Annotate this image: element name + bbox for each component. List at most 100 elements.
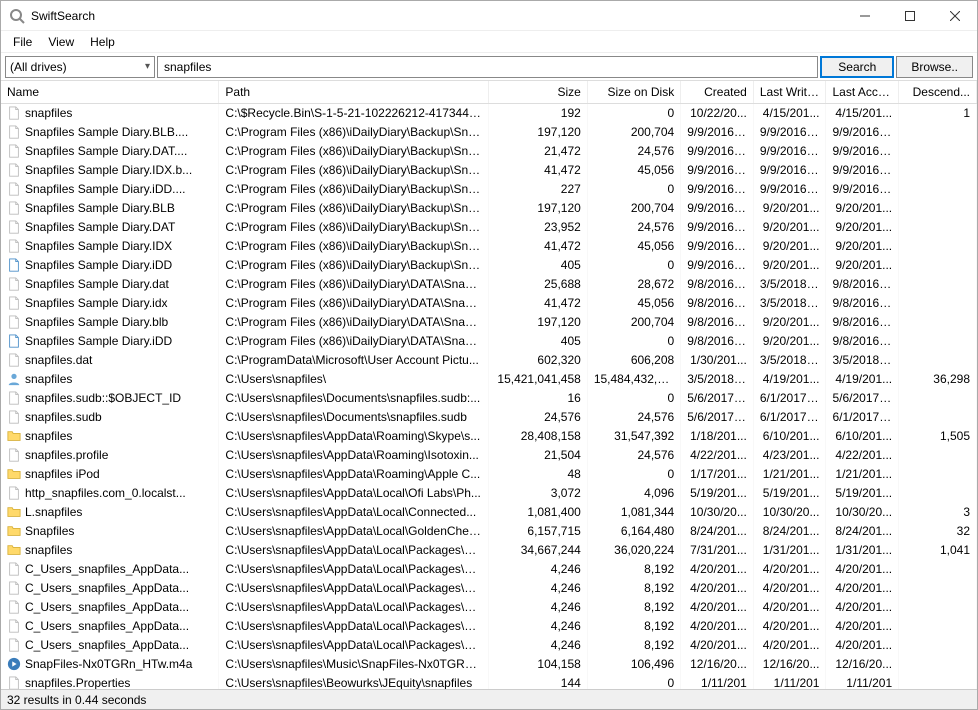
file-last-written: 9/20/201...: [753, 332, 826, 351]
file-last-accessed: 4/15/201...: [826, 104, 899, 123]
file-size-on-disk: 606,208: [587, 351, 680, 370]
file-size: 48: [489, 465, 588, 484]
file-size-on-disk: 8,192: [587, 579, 680, 598]
file-last-written: 4/23/201...: [753, 446, 826, 465]
file-name: Snapfiles Sample Diary.IDX: [25, 239, 172, 253]
col-descendants[interactable]: Descend...: [899, 81, 977, 104]
browse-button[interactable]: Browse..: [896, 56, 973, 78]
search-input[interactable]: [157, 56, 818, 78]
table-row[interactable]: snapfilesC:\Users\snapfiles\AppData\Loca…: [1, 541, 977, 560]
window-title: SwiftSearch: [31, 9, 842, 23]
close-button[interactable]: [932, 1, 977, 31]
file-last-accessed: 9/9/2016 ...: [826, 161, 899, 180]
file-size: 28,408,158: [489, 427, 588, 446]
col-name[interactable]: Name: [1, 81, 219, 104]
table-row[interactable]: snapfilesC:\$Recycle.Bin\S-1-5-21-102226…: [1, 104, 977, 123]
file-path: C:\Program Files (x86)\iDailyDiary\Backu…: [219, 180, 489, 199]
table-row[interactable]: Snapfiles Sample Diary.idxC:\Program Fil…: [1, 294, 977, 313]
table-row[interactable]: Snapfiles Sample Diary.iDDC:\Program Fil…: [1, 256, 977, 275]
file-size: 4,246: [489, 560, 588, 579]
table-row[interactable]: snapfiles.PropertiesC:\Users\snapfiles\B…: [1, 674, 977, 690]
menu-file[interactable]: File: [5, 33, 40, 51]
file-name: C_Users_snapfiles_AppData...: [25, 581, 189, 595]
table-row[interactable]: Snapfiles Sample Diary.iDDC:\Program Fil…: [1, 332, 977, 351]
file-descendants: 36,298: [899, 370, 977, 389]
file-size: 3,072: [489, 484, 588, 503]
menu-view[interactable]: View: [40, 33, 82, 51]
file-icon: [7, 562, 21, 576]
file-last-accessed: 9/9/2016 ...: [826, 180, 899, 199]
file-path: C:\Users\snapfiles\AppData\Local\Package…: [219, 560, 489, 579]
table-row[interactable]: L.snapfilesC:\Users\snapfiles\AppData\Lo…: [1, 503, 977, 522]
menu-help[interactable]: Help: [82, 33, 123, 51]
file-created: 4/20/201...: [681, 636, 754, 655]
file-descendants: [899, 617, 977, 636]
search-button[interactable]: Search: [820, 56, 894, 78]
file-path: C:\Users\snapfiles\AppData\Local\Package…: [219, 579, 489, 598]
table-row[interactable]: Snapfiles Sample Diary.IDX.b...C:\Progra…: [1, 161, 977, 180]
table-row[interactable]: Snapfiles Sample Diary.blbC:\Program Fil…: [1, 313, 977, 332]
drive-selector[interactable]: (All drives) ▾: [5, 56, 155, 78]
table-row[interactable]: C_Users_snapfiles_AppData...C:\Users\sna…: [1, 598, 977, 617]
file-last-written: 4/20/201...: [753, 560, 826, 579]
table-row[interactable]: Snapfiles Sample Diary.DAT....C:\Program…: [1, 142, 977, 161]
table-row[interactable]: snapfiles iPodC:\Users\snapfiles\AppData…: [1, 465, 977, 484]
file-created: 9/8/2016 ...: [681, 275, 754, 294]
table-row[interactable]: Snapfiles Sample Diary.DATC:\Program Fil…: [1, 218, 977, 237]
file-size: 25,688: [489, 275, 588, 294]
table-row[interactable]: SnapfilesC:\Users\snapfiles\AppData\Loca…: [1, 522, 977, 541]
table-row[interactable]: C_Users_snapfiles_AppData... C:\Users\sna…: [1, 579, 977, 598]
table-row[interactable]: snapfiles.datC:\ProgramData\Microsoft\Us…: [1, 351, 977, 370]
col-last-written[interactable]: Last Writt...: [753, 81, 826, 104]
file-icon: [7, 315, 21, 329]
maximize-button[interactable]: [887, 1, 932, 31]
status-text: 32 results in 0.44 seconds: [7, 693, 146, 707]
file-last-accessed: 9/8/2016 ...: [826, 294, 899, 313]
minimize-button[interactable]: [842, 1, 887, 31]
file-size-on-disk: 45,056: [587, 161, 680, 180]
table-row[interactable]: Snapfiles Sample Diary.iDD....C:\Program…: [1, 180, 977, 199]
file-descendants: [899, 484, 977, 503]
file-name: Snapfiles Sample Diary.iDD: [25, 258, 172, 272]
table-row[interactable]: Snapfiles Sample Diary.BLB....C:\Program…: [1, 123, 977, 142]
file-path: C:\Users\snapfiles\AppData\Roaming\Isoto…: [219, 446, 489, 465]
file-name: snapfiles: [25, 543, 72, 557]
table-row[interactable]: snapfiles.sudbC:\Users\snapfiles\Documen…: [1, 408, 977, 427]
file-last-accessed: 4/22/201...: [826, 446, 899, 465]
file-icon: [7, 391, 21, 405]
table-row[interactable]: Snapfiles Sample Diary.IDXC:\Program Fil…: [1, 237, 977, 256]
file-path: C:\Program Files (x86)\iDailyDiary\DATA\…: [219, 313, 489, 332]
table-row[interactable]: snapfilesC:\Users\snapfiles\AppData\Roam…: [1, 427, 977, 446]
table-row[interactable]: C_Users_snapfiles_AppData...C:\Users\sna…: [1, 636, 977, 655]
folder-icon: [7, 505, 21, 519]
col-last-accessed[interactable]: Last Acce...: [826, 81, 899, 104]
file-last-accessed: 10/30/20...: [826, 503, 899, 522]
table-row[interactable]: Snapfiles Sample Diary.BLBC:\Program Fil…: [1, 199, 977, 218]
file-size: 4,246: [489, 598, 588, 617]
results-table[interactable]: Name Path Size Size on Disk Created Last…: [1, 81, 977, 689]
drive-selector-value: (All drives): [10, 60, 67, 74]
table-row[interactable]: http_snapfiles.com_0.localst...C:\Users\…: [1, 484, 977, 503]
table-row[interactable]: snapfiles.sudb::$OBJECT_IDC:\Users\snapf…: [1, 389, 977, 408]
file-created: 1/17/201...: [681, 465, 754, 484]
table-row[interactable]: snapfilesC:\Users\snapfiles\15,421,041,4…: [1, 370, 977, 389]
table-row[interactable]: C_Users_snapfiles_AppData...C:\Users\sna…: [1, 560, 977, 579]
file-size: 197,120: [489, 199, 588, 218]
file-size: 144: [489, 674, 588, 690]
table-row[interactable]: snapfiles.profileC:\Users\snapfiles\AppD…: [1, 446, 977, 465]
file-descendants: 1,041: [899, 541, 977, 560]
col-size-on-disk[interactable]: Size on Disk: [587, 81, 680, 104]
col-created[interactable]: Created: [681, 81, 754, 104]
table-row[interactable]: SnapFiles-Nx0TGRn_HTw.m4aC:\Users\snapfi…: [1, 655, 977, 674]
table-row[interactable]: Snapfiles Sample Diary.datC:\Program Fil…: [1, 275, 977, 294]
col-size[interactable]: Size: [489, 81, 588, 104]
file-name: snapfiles: [25, 429, 72, 443]
file-last-written: 4/20/201...: [753, 636, 826, 655]
file-size-on-disk: 15,484,432,384: [587, 370, 680, 389]
col-path[interactable]: Path: [219, 81, 489, 104]
table-row[interactable]: C_Users_snapfiles_AppData...C:\Users\sna…: [1, 617, 977, 636]
file-size-on-disk: 24,576: [587, 218, 680, 237]
file-last-accessed: 4/20/201...: [826, 617, 899, 636]
folder-icon: [7, 524, 21, 538]
file-size-on-disk: 24,576: [587, 142, 680, 161]
